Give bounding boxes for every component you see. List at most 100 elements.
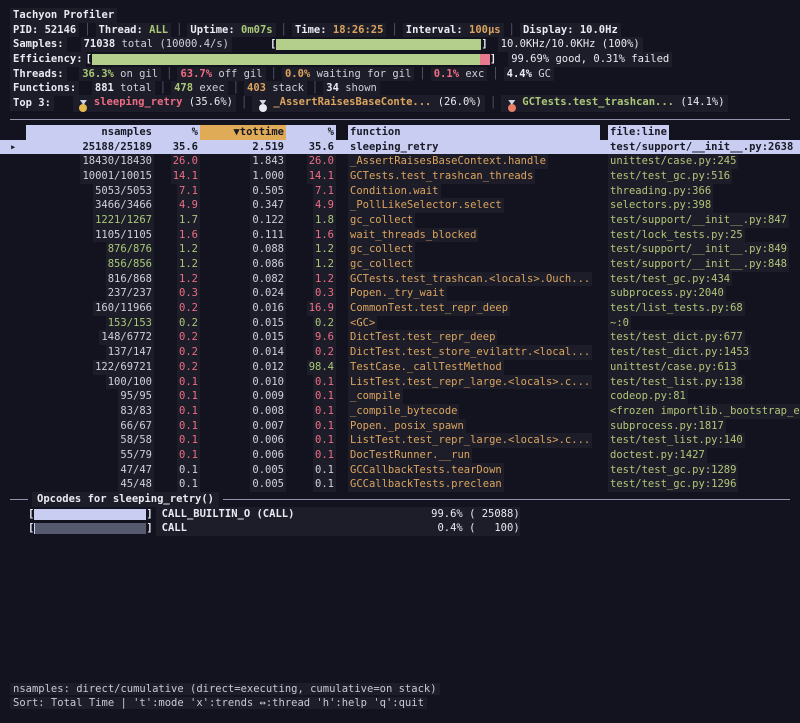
cell-percent-cumulative: 0.1 bbox=[286, 477, 336, 492]
table-row[interactable]: 153/1530.20.0150.2<GC>~:0 bbox=[0, 316, 800, 331]
table-row[interactable]: 10001/1001514.11.00014.1GCTests.test_tra… bbox=[0, 169, 800, 184]
table-row[interactable]: 45/480.10.0050.1GCCallbackTests.preclean… bbox=[0, 477, 800, 492]
top3-item: GCTests.test_trashcan... (14.1%) bbox=[501, 95, 727, 112]
column-header-nsamples[interactable]: nsamples bbox=[26, 125, 154, 140]
table-row[interactable]: 816/8681.20.0821.2GCTests.test_trashcan.… bbox=[0, 272, 800, 287]
medal-disc bbox=[259, 104, 267, 112]
cell-tottime-value: 0.088 bbox=[250, 242, 286, 257]
cell-percent-cumulative: 0.1 bbox=[286, 389, 336, 404]
table-row[interactable]: 5053/50537.10.5057.1Condition.waitthread… bbox=[0, 184, 800, 199]
cell-file-line: subprocess.py:2040 bbox=[608, 286, 800, 301]
cell-tottime-value: 2.519 bbox=[250, 140, 286, 155]
table-row[interactable]: 160/119660.20.01616.9CommonTest.test_rep… bbox=[0, 301, 800, 316]
threads-line: Threads: 36.3% on gil│63.7% off gil│0.0%… bbox=[0, 67, 800, 82]
table-row[interactable]: 237/2370.30.0240.3Popen._try_waitsubproc… bbox=[0, 286, 800, 301]
cell-percent-direct-value: 0.1 bbox=[177, 463, 200, 478]
info-value: 0m07s bbox=[241, 24, 273, 36]
opcode-bars: []CALL_BUILTIN_O (CALL)99.6% ( 25088)[]C… bbox=[0, 507, 800, 536]
samples-label: Samples: bbox=[10, 37, 67, 52]
cell-tottime-value: 0.082 bbox=[250, 272, 286, 287]
table-header-row: nsamples%▼tottime% function file:line bbox=[0, 125, 800, 140]
column-header-percent-direct[interactable]: % bbox=[154, 125, 200, 140]
table-row[interactable]: 100/1000.10.0100.1ListTest.test_repr_lar… bbox=[0, 375, 800, 390]
cell-tottime: 0.012 bbox=[200, 360, 286, 375]
cell-percent-direct-value: 14.1 bbox=[171, 169, 200, 184]
cell-percent-cumulative-value: 0.1 bbox=[313, 433, 336, 448]
cell-function-value: wait_threads_blocked bbox=[348, 228, 478, 243]
table-row[interactable]: 876/8761.20.0881.2gc_collecttest/support… bbox=[0, 242, 800, 257]
table-row[interactable]: 58/580.10.0060.1ListTest.test_repr_large… bbox=[0, 433, 800, 448]
bronze-medal-icon bbox=[506, 100, 517, 112]
cell-percent-cumulative: 9.6 bbox=[286, 330, 336, 345]
cell-file-line: threading.py:366 bbox=[608, 184, 800, 199]
cell-percent-direct-value: 0.1 bbox=[177, 404, 200, 419]
samples-rate-text: 10.0KHz/10.0KHz (100%) bbox=[498, 37, 643, 52]
cell-nsamples-value: 153/153 bbox=[106, 316, 154, 331]
table-row[interactable]: 122/697210.20.01298.4TestCase._callTestM… bbox=[0, 360, 800, 375]
cell-nsamples-value: 1105/1105 bbox=[93, 228, 154, 243]
stat-value: 0.0% bbox=[285, 68, 310, 80]
cell-file-line: doctest.py:1427 bbox=[608, 448, 800, 463]
opcodes-title: Opcodes for sleeping_retry() bbox=[32, 492, 219, 507]
cell-function-value: gc_collect bbox=[348, 213, 415, 228]
cell-file-line-value: test/list_tests.py:68 bbox=[608, 301, 745, 316]
table-row[interactable]: 3466/34664.90.3474.9_PollLikeSelector.se… bbox=[0, 198, 800, 213]
cell-nsamples-value: 5053/5053 bbox=[93, 184, 154, 199]
cell-file-line-value: test/lock_tests.py:25 bbox=[608, 228, 745, 243]
table-row[interactable]: 1105/11051.60.1111.6wait_threads_blocked… bbox=[0, 228, 800, 243]
top3-percent: (35.6%) bbox=[182, 96, 233, 108]
column-header-file-line[interactable]: file:line bbox=[608, 125, 800, 140]
column-header-tottime[interactable]: ▼tottime bbox=[200, 125, 286, 140]
table-row[interactable]: 856/8561.20.0861.2gc_collecttest/support… bbox=[0, 257, 800, 272]
cell-nsamples-value: 45/48 bbox=[118, 477, 154, 492]
cell-percent-direct-value: 1.6 bbox=[177, 228, 200, 243]
top3-function-name: _AssertRaisesBaseConte... bbox=[273, 96, 431, 108]
cell-nsamples: 160/11966 bbox=[26, 301, 154, 316]
table-row[interactable]: 83/830.10.0080.1_compile_bytecode<frozen… bbox=[0, 404, 800, 419]
cell-file-line-value: subprocess.py:1817 bbox=[608, 419, 726, 434]
cell-nsamples-value: 816/868 bbox=[106, 272, 154, 287]
cell-tottime: 0.014 bbox=[200, 345, 286, 360]
cell-file-line-value: codeop.py:81 bbox=[608, 389, 688, 404]
cell-percent-direct-value: 0.1 bbox=[177, 375, 200, 390]
bar-segment bbox=[480, 54, 490, 65]
stat-value: 34 bbox=[326, 82, 339, 94]
cell-nsamples-value: 160/11966 bbox=[93, 301, 154, 316]
table-row[interactable]: 137/1470.20.0140.2DictTest.test_store_ev… bbox=[0, 345, 800, 360]
cell-function: GCCallbackTests.tearDown bbox=[348, 463, 600, 478]
cell-percent-direct: 0.2 bbox=[154, 316, 200, 331]
cell-nsamples: 816/868 bbox=[26, 272, 154, 287]
cell-file-line: test/support/__init__.py:2638 bbox=[608, 140, 800, 155]
column-header-percent-cumulative[interactable]: % bbox=[286, 125, 336, 140]
table-row[interactable]: 1221/12671.70.1221.8gc_collecttest/suppo… bbox=[0, 213, 800, 228]
cell-percent-direct-value: 1.2 bbox=[177, 242, 200, 257]
table-row[interactable]: 95/950.10.0090.1_compilecodeop.py:81 bbox=[0, 389, 800, 404]
cell-file-line: test/test_list.py:140 bbox=[608, 433, 800, 448]
opcodes-dash-left bbox=[10, 499, 28, 500]
cell-file-line-value: test/test_gc.py:1296 bbox=[608, 477, 738, 492]
cell-tottime-value: 0.015 bbox=[250, 330, 286, 345]
efficiency-label: Efficiency: bbox=[10, 52, 86, 67]
table-row[interactable]: 66/670.10.0070.1Popen._posix_spawnsubpro… bbox=[0, 419, 800, 434]
table-row[interactable]: ▸25188/2518935.62.51935.6sleeping_retryt… bbox=[0, 140, 800, 155]
table-row[interactable]: 47/470.10.0050.1GCCallbackTests.tearDown… bbox=[0, 463, 800, 478]
info-item-uptime: Uptime: 0m07s bbox=[187, 23, 275, 38]
cell-file-line-value: subprocess.py:2040 bbox=[608, 286, 726, 301]
cell-percent-cumulative-value: 1.2 bbox=[313, 272, 336, 287]
cell-tottime: 0.006 bbox=[200, 448, 286, 463]
cell-tottime-value: 1.843 bbox=[250, 154, 286, 169]
cell-tottime: 0.016 bbox=[200, 301, 286, 316]
table-row[interactable]: 55/790.10.0060.1DocTestRunner.__rundocte… bbox=[0, 448, 800, 463]
cell-nsamples: 148/6772 bbox=[26, 330, 154, 345]
table-row[interactable]: 148/67720.20.0159.6DictTest.test_repr_de… bbox=[0, 330, 800, 345]
opcode-bar-close-bracket: ] bbox=[146, 521, 152, 536]
table-row[interactable]: 18430/1843026.01.84326.0_AssertRaisesBas… bbox=[0, 154, 800, 169]
cell-percent-direct-value: 0.1 bbox=[177, 419, 200, 434]
cell-tottime: 0.086 bbox=[200, 257, 286, 272]
opcode-stat: 99.6% ( 25088) bbox=[400, 507, 520, 522]
cell-tottime: 0.082 bbox=[200, 272, 286, 287]
cell-tottime: 0.006 bbox=[200, 433, 286, 448]
column-header-function[interactable]: function bbox=[348, 125, 600, 140]
silver-medal-icon bbox=[257, 100, 268, 112]
cell-percent-direct: 0.2 bbox=[154, 360, 200, 375]
